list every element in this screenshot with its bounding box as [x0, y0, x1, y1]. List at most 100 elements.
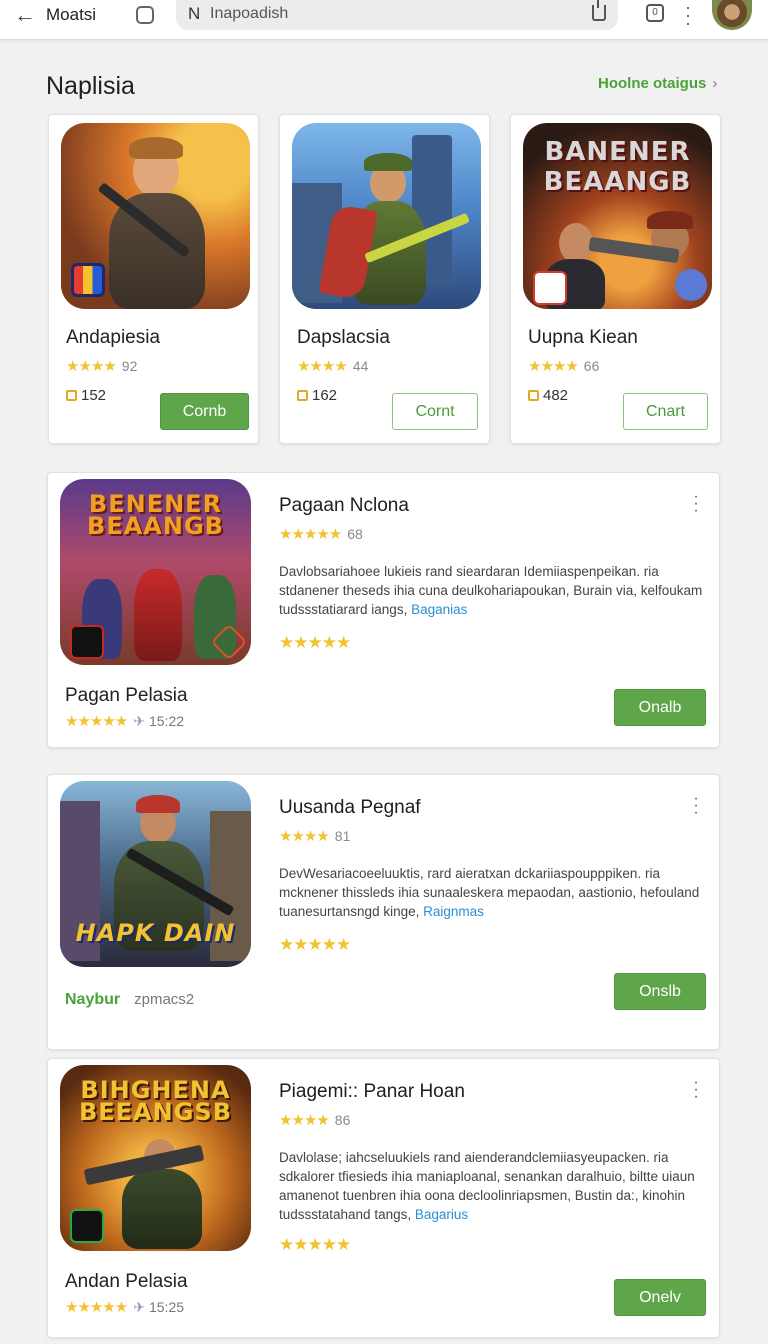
install-button[interactable]: Onalb — [614, 689, 706, 726]
developer-name: Pagan Pelasia — [65, 685, 188, 706]
desc-text: DevWesariacoeeluuktis, rard aieratxan dc… — [279, 866, 700, 919]
app-description: DevWesariacoeeluuktis, rard aieratxan dc… — [279, 864, 709, 921]
app-description: Davlolase; iahcseluukiels rand aienderan… — [279, 1148, 709, 1224]
footer-rating: ★★★★★ ✈ 15:25 — [65, 1298, 184, 1316]
star-rating-secondary: ★★★★★ — [279, 1235, 351, 1254]
tabs-icon[interactable] — [136, 6, 154, 24]
game-artwork[interactable] — [292, 123, 481, 309]
app-list-card[interactable]: BENENER BEAANGB Pagaan Nclona ★★★★★ 68 Da… — [47, 472, 720, 748]
download-count: 482 — [528, 387, 568, 404]
app-rating: ★★★★ 92 — [66, 357, 137, 375]
app-title: Pagaan Nclona — [279, 495, 409, 516]
footer-rating: ★★★★★ ✈ 15:22 — [65, 712, 184, 730]
get-button[interactable]: Cornt — [392, 393, 478, 430]
app-title: Piagemi:: Panar Hoan — [279, 1081, 465, 1102]
developer-name: Andan Pelasia — [65, 1271, 188, 1292]
time-label: 15:22 — [148, 713, 185, 729]
top-bar: ← Moatsi N Inapoadish 0 · · · — [0, 0, 768, 40]
download-count: 162 — [297, 387, 337, 404]
see-more-label: Hoolne otaigus — [598, 75, 707, 92]
developer-name[interactable]: Naybur — [65, 991, 120, 1008]
desc-link[interactable]: Baganias — [411, 602, 467, 617]
tab-count-icon[interactable]: 0 — [646, 4, 664, 22]
rating-count: 81 — [334, 828, 351, 844]
star-rating: ★★★★ — [66, 358, 117, 375]
game-artwork[interactable]: HAPK DAIN — [60, 781, 251, 967]
app-name: Uupna Kiean — [528, 327, 638, 348]
install-button[interactable]: Onelv — [614, 1279, 706, 1316]
get-button[interactable]: Cnart — [623, 393, 708, 430]
star-rating: ★★★★ — [297, 358, 348, 375]
app-rating: ★★★★★ 68 — [279, 525, 363, 543]
app-description: Davlobsariahoee lukieis rand sieardaran … — [279, 562, 709, 619]
download-count: 152 — [66, 387, 106, 404]
app-rating: ★★★★ 81 — [279, 827, 350, 845]
game-artwork[interactable]: BENENER BEAANGB — [60, 479, 251, 665]
app-title: Uusanda Pegnaf — [279, 797, 421, 818]
game-logo-icon — [71, 263, 105, 297]
star-rating: ★★★★★ — [65, 1299, 128, 1316]
app-name: Andapiesia — [66, 327, 161, 348]
desc-text: Davlolase; iahcseluukiels rand aienderan… — [279, 1150, 695, 1222]
app-rating: ★★★★ 44 — [297, 357, 368, 375]
art-title: BENENER BEAANGB — [87, 490, 224, 540]
see-more-link[interactable]: Hoolne otaigus › — [598, 75, 717, 92]
game-logo-icon — [70, 1209, 104, 1243]
app-list-card[interactable]: HAPK DAIN Uusanda Pegnaf ★★★★ 81 DevWesar… — [47, 774, 720, 1050]
plane-icon: ✈ — [133, 713, 145, 729]
star-rating: ★★★★ — [528, 358, 579, 375]
rating-count: 66 — [583, 358, 600, 374]
app-list-card[interactable]: BIHGHENA BEEANGSB Piagemi:: Panar Hoan ★… — [47, 1058, 720, 1338]
chevron-right-icon: › — [712, 75, 718, 92]
star-rating: ★★★★ — [279, 1112, 330, 1129]
app-card[interactable]: Andapiesia ★★★★ 92 152 Cornb — [48, 114, 259, 444]
star-rating-secondary: ★★★★★ — [279, 935, 351, 954]
app-card[interactable]: BANENER BEAANGB Uupna Kiean ★★★★ 66 482 Cn… — [510, 114, 721, 444]
download-value: 482 — [543, 387, 569, 404]
app-card[interactable]: Dapslacsia ★★★★ 44 162 Cornt — [279, 114, 490, 444]
game-artwork[interactable]: BANENER BEAANGB — [523, 123, 712, 309]
download-icon — [297, 390, 308, 401]
rating-count: 68 — [347, 526, 363, 542]
app-title: Moatsi — [46, 5, 97, 24]
section-title: Naplisia — [46, 72, 135, 100]
download-value: 162 — [312, 387, 338, 404]
get-button[interactable]: Cornb — [160, 393, 249, 430]
more-vert-icon[interactable]: · · · — [693, 1075, 699, 1105]
search-bar[interactable]: N Inapoadish — [176, 0, 618, 30]
search-input[interactable]: Inapoadish — [210, 5, 288, 23]
star-rating: ★★★★★ — [279, 526, 342, 543]
star-rating-secondary: ★★★★★ — [279, 633, 351, 652]
desc-link[interactable]: Raignmas — [423, 904, 484, 919]
avatar[interactable] — [712, 0, 752, 30]
game-logo-icon — [70, 625, 104, 659]
app-name: Dapslacsia — [297, 327, 390, 348]
share-icon[interactable] — [592, 0, 606, 21]
game-artwork[interactable] — [61, 123, 250, 309]
rating-count: 44 — [352, 358, 369, 374]
download-value: 152 — [81, 387, 107, 404]
time-label: 15:25 — [148, 1299, 185, 1315]
art-title: HAPK DAIN — [75, 919, 236, 947]
more-vert-icon[interactable]: · · · — [693, 791, 699, 821]
more-vert-icon[interactable]: · · · — [693, 489, 699, 519]
more-vert-icon[interactable]: · · · — [683, 0, 693, 32]
developer-meta: zpmacs2 — [134, 991, 195, 1008]
desc-text: Davlobsariahoee lukieis rand sieardaran … — [279, 564, 703, 617]
install-button[interactable]: Onslb — [614, 973, 706, 1010]
rating-count: 92 — [121, 358, 138, 374]
user-badge-icon — [675, 269, 707, 301]
app-rating: ★★★★ 66 — [528, 357, 599, 375]
star-rating: ★★★★ — [279, 828, 330, 845]
app-rating: ★★★★ 86 — [279, 1111, 350, 1129]
arrow-left-icon[interactable]: ← — [14, 4, 38, 28]
rating-count: 86 — [334, 1112, 351, 1128]
game-artwork[interactable]: BIHGHENA BEEANGSB — [60, 1065, 251, 1251]
desc-link[interactable]: Bagarius — [415, 1207, 468, 1222]
art-title: BIHGHENA BEEANGSB — [78, 1076, 233, 1126]
game-logo-icon — [533, 271, 567, 305]
search-prefix: N — [188, 4, 201, 23]
download-icon — [528, 390, 539, 401]
download-icon — [66, 390, 77, 401]
developer-info: Naybur zpmacs2 — [65, 991, 194, 1009]
